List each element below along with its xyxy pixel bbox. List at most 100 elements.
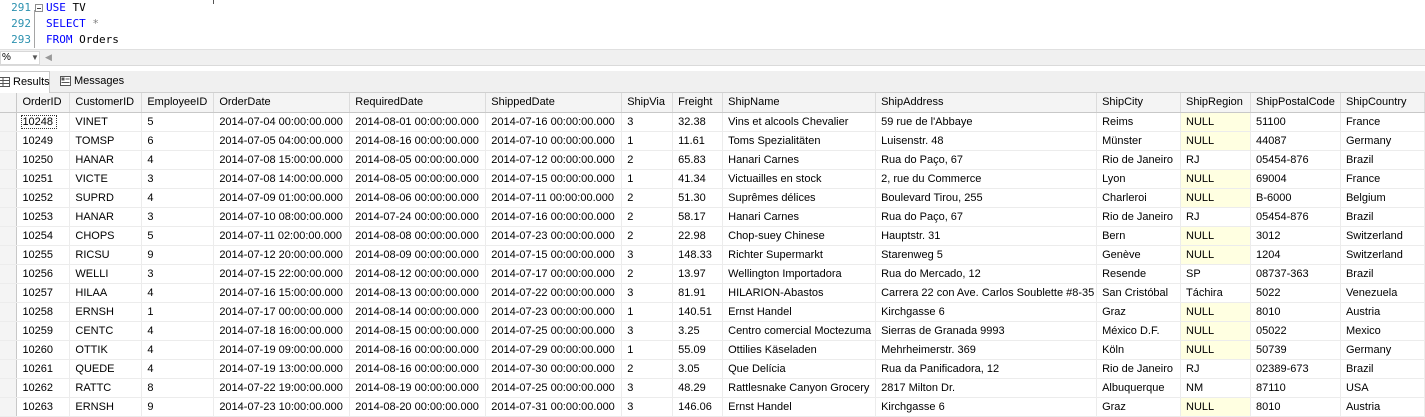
table-cell[interactable]: TOMSP bbox=[69, 131, 143, 151]
table-cell[interactable]: 1 bbox=[621, 169, 674, 189]
table-cell[interactable]: 87110 bbox=[1250, 378, 1341, 398]
table-cell[interactable]: 2014-07-04 00:00:00.000 bbox=[213, 112, 351, 132]
table-cell[interactable]: 41.34 bbox=[672, 169, 724, 189]
table-cell[interactable]: NM bbox=[1180, 378, 1251, 398]
table-cell[interactable]: 3 bbox=[621, 112, 674, 132]
table-cell[interactable]: 10253 bbox=[16, 207, 71, 227]
table-cell[interactable]: 08737-363 bbox=[1250, 264, 1341, 284]
table-cell[interactable]: 2014-07-25 00:00:00.000 bbox=[485, 321, 623, 341]
table-cell[interactable]: 2014-07-15 22:00:00.000 bbox=[213, 264, 351, 284]
table-cell[interactable]: CENTC bbox=[69, 321, 143, 341]
table-cell[interactable]: 10260 bbox=[16, 340, 71, 360]
row-header[interactable]: 3 bbox=[0, 340, 18, 360]
table-cell[interactable]: 3 bbox=[621, 283, 674, 303]
table-cell[interactable]: 10255 bbox=[16, 245, 71, 265]
table-cell[interactable]: 3 bbox=[621, 378, 674, 398]
table-cell[interactable]: Albuquerque bbox=[1096, 378, 1182, 398]
table-cell[interactable]: 2014-08-05 00:00:00.000 bbox=[349, 169, 487, 189]
table-cell[interactable]: 2014-07-16 00:00:00.000 bbox=[485, 207, 623, 227]
table-row[interactable]: 1 10258 ERNSH 1 2014-07-17 00:00:00.000 2014-… bbox=[0, 302, 1425, 322]
table-cell[interactable]: 2014-07-09 01:00:00.000 bbox=[213, 188, 351, 208]
table-cell[interactable]: France bbox=[1340, 112, 1425, 132]
table-cell[interactable]: 10263 bbox=[16, 397, 71, 417]
table-cell[interactable]: Hanari Carnes bbox=[722, 207, 877, 227]
table-cell[interactable]: ERNSH bbox=[69, 302, 143, 322]
table-cell[interactable]: 2014-08-08 00:00:00.000 bbox=[349, 226, 487, 246]
table-cell[interactable]: Starenweg 5 bbox=[875, 245, 1098, 265]
table-cell[interactable]: 2014-07-23 10:00:00.000 bbox=[213, 397, 351, 417]
table-cell[interactable]: 2014-08-12 00:00:00.000 bbox=[349, 264, 487, 284]
table-row[interactable]: 5 10262 RATTC 8 2014-07-22 19:00:00.000 2014-… bbox=[0, 378, 1425, 398]
table-cell[interactable]: 2014-07-16 00:00:00.000 bbox=[485, 112, 623, 132]
table-cell[interactable]: 2014-07-11 00:00:00.000 bbox=[485, 188, 623, 208]
table-cell[interactable]: 10249 bbox=[16, 131, 71, 151]
table-cell[interactable]: México D.F. bbox=[1096, 321, 1182, 341]
table-cell[interactable]: 2014-07-12 20:00:00.000 bbox=[213, 245, 351, 265]
table-cell[interactable]: 5022 bbox=[1250, 283, 1341, 303]
table-cell[interactable]: 2 bbox=[621, 188, 674, 208]
row-header[interactable] bbox=[0, 264, 18, 284]
table-cell[interactable]: 3.25 bbox=[672, 321, 724, 341]
table-cell[interactable]: Wellington Importadora bbox=[722, 264, 877, 284]
column-header[interactable]: ShipVia bbox=[621, 93, 674, 113]
results-grid[interactable]: OrderID CustomerID EmployeeID OrderDate Requ… bbox=[0, 93, 1425, 417]
table-cell[interactable]: 2014-07-22 00:00:00.000 bbox=[485, 283, 623, 303]
table-cell[interactable]: QUEDE bbox=[69, 359, 143, 379]
table-cell[interactable]: 2014-07-08 14:00:00.000 bbox=[213, 169, 351, 189]
table-cell[interactable]: 148.33 bbox=[672, 245, 724, 265]
row-header[interactable] bbox=[0, 169, 18, 189]
table-cell[interactable]: 2 bbox=[621, 226, 674, 246]
table-cell[interactable]: 2014-07-23 00:00:00.000 bbox=[485, 226, 623, 246]
table-cell[interactable]: RICSU bbox=[69, 245, 143, 265]
column-header[interactable]: ShipCity bbox=[1096, 93, 1182, 113]
table-cell[interactable]: HILAA bbox=[69, 283, 143, 303]
table-cell[interactable]: Reims bbox=[1096, 112, 1182, 132]
table-cell[interactable]: 2014-08-15 00:00:00.000 bbox=[349, 321, 487, 341]
table-cell[interactable]: Rua do Paço, 67 bbox=[875, 150, 1098, 170]
row-header[interactable]: 0 bbox=[0, 283, 18, 303]
table-cell[interactable]: Que Delícia bbox=[722, 359, 877, 379]
table-cell[interactable]: NULL bbox=[1180, 397, 1251, 417]
table-cell[interactable]: 4 bbox=[141, 340, 215, 360]
table-cell[interactable]: HANAR bbox=[69, 207, 143, 227]
table-cell[interactable]: Rio de Janeiro bbox=[1096, 150, 1182, 170]
row-header[interactable]: 6 bbox=[0, 397, 18, 417]
table-cell[interactable]: RATTC bbox=[69, 378, 143, 398]
tab-results[interactable]: Results bbox=[0, 71, 50, 93]
table-cell[interactable]: 2014-08-19 00:00:00.000 bbox=[349, 378, 487, 398]
column-header[interactable]: OrderDate bbox=[213, 93, 351, 113]
table-cell[interactable]: 2014-08-01 00:00:00.000 bbox=[349, 112, 487, 132]
table-cell[interactable]: France bbox=[1340, 169, 1425, 189]
table-cell[interactable]: 146.06 bbox=[672, 397, 724, 417]
table-cell[interactable]: 2014-07-08 15:00:00.000 bbox=[213, 150, 351, 170]
table-cell[interactable]: 2 bbox=[621, 264, 674, 284]
table-cell[interactable]: VINET bbox=[69, 112, 143, 132]
table-cell[interactable]: 65.83 bbox=[672, 150, 724, 170]
table-cell[interactable]: 140.51 bbox=[672, 302, 724, 322]
table-cell[interactable]: RJ bbox=[1180, 207, 1251, 227]
row-header[interactable]: 1 bbox=[0, 302, 18, 322]
sql-editor[interactable]: 291 USE TV 292 SELECT * 293 FROM Orders bbox=[0, 0, 1425, 48]
table-cell[interactable]: 2014-07-15 00:00:00.000 bbox=[485, 245, 623, 265]
table-cell[interactable]: 02389-673 bbox=[1250, 359, 1341, 379]
table-cell[interactable]: 1 bbox=[141, 302, 215, 322]
table-cell[interactable]: Bern bbox=[1096, 226, 1182, 246]
table-cell[interactable]: 2014-07-30 00:00:00.000 bbox=[485, 359, 623, 379]
table-cell[interactable]: 10251 bbox=[16, 169, 71, 189]
table-cell[interactable]: 2014-08-14 00:00:00.000 bbox=[349, 302, 487, 322]
table-cell[interactable]: NULL bbox=[1180, 302, 1251, 322]
table-cell[interactable]: 2014-07-10 00:00:00.000 bbox=[485, 131, 623, 151]
table-row[interactable]: 0 10257 HILAA 4 2014-07-16 15:00:00.000 2014-… bbox=[0, 283, 1425, 303]
table-row[interactable]: 4 10261 QUEDE 4 2014-07-19 13:00:00.000 2014-… bbox=[0, 359, 1425, 379]
table-cell[interactable]: SUPRD bbox=[69, 188, 143, 208]
table-cell[interactable]: NULL bbox=[1180, 131, 1251, 151]
table-cell[interactable]: Brazil bbox=[1340, 264, 1425, 284]
table-cell[interactable]: 9 bbox=[141, 397, 215, 417]
table-cell[interactable]: 59 rue de l'Abbaye bbox=[875, 112, 1098, 132]
table-cell[interactable]: Boulevard Tirou, 255 bbox=[875, 188, 1098, 208]
table-row[interactable]: 10255 RICSU 9 2014-07-12 20:00:00.000 2014-0… bbox=[0, 245, 1425, 265]
column-header[interactable]: ShipCountry bbox=[1340, 93, 1425, 113]
table-cell[interactable]: 22.98 bbox=[672, 226, 724, 246]
table-cell[interactable]: Lyon bbox=[1096, 169, 1182, 189]
table-cell[interactable]: Táchira bbox=[1180, 283, 1251, 303]
